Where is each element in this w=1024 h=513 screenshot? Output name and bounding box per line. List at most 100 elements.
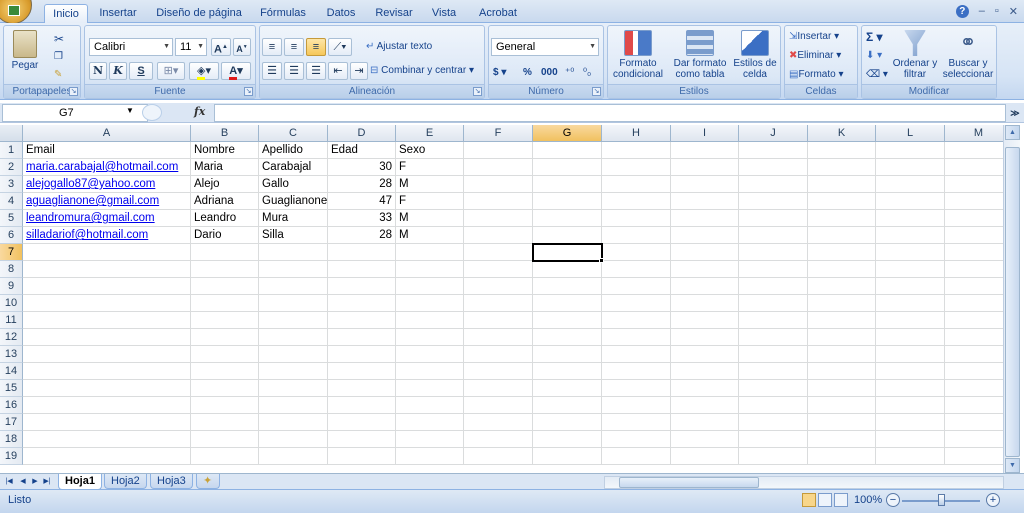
cell-m14[interactable]	[945, 363, 1003, 380]
cell-c19[interactable]	[259, 448, 328, 465]
cell-h14[interactable]	[602, 363, 671, 380]
cell-d10[interactable]	[328, 295, 396, 312]
cell-e11[interactable]	[396, 312, 464, 329]
cell-b1[interactable]: Nombre	[191, 142, 259, 159]
cell-g19[interactable]	[533, 448, 602, 465]
cell-a16[interactable]	[23, 397, 191, 414]
column-header-m[interactable]: M	[945, 125, 1003, 142]
cell-g5[interactable]	[533, 210, 602, 227]
cell-b18[interactable]	[191, 431, 259, 448]
column-header-c[interactable]: C	[259, 125, 328, 142]
cell-b16[interactable]	[191, 397, 259, 414]
cell-d2[interactable]: 30	[328, 159, 396, 176]
alignment-launcher-icon[interactable]: ↘	[473, 87, 482, 96]
cell-e6[interactable]: M	[396, 227, 464, 244]
cell-h9[interactable]	[602, 278, 671, 295]
cell-k13[interactable]	[808, 346, 876, 363]
cell-c1[interactable]: Apellido	[259, 142, 328, 159]
cell-f13[interactable]	[464, 346, 533, 363]
increase-indent-icon[interactable]: ⇥	[350, 62, 368, 80]
conditional-format-button[interactable]: Formato condicional	[610, 30, 666, 80]
currency-button[interactable]: $ ▾	[493, 64, 506, 82]
tab-datos[interactable]: Datos	[322, 4, 360, 23]
cell-c6[interactable]: Silla	[259, 227, 328, 244]
cell-j4[interactable]	[739, 193, 808, 210]
cell-b13[interactable]	[191, 346, 259, 363]
cell-l6[interactable]	[876, 227, 945, 244]
minimize-icon[interactable]: –	[979, 5, 985, 19]
cell-i11[interactable]	[671, 312, 739, 329]
column-header-l[interactable]: L	[876, 125, 945, 142]
cell-e18[interactable]	[396, 431, 464, 448]
row-header-1[interactable]: 1	[0, 142, 23, 159]
find-select-button[interactable]: ⚭ Buscar y seleccionar	[940, 30, 996, 80]
align-middle-icon[interactable]: ≡	[284, 38, 304, 56]
cell-g9[interactable]	[533, 278, 602, 295]
align-top-icon[interactable]: ≡	[262, 38, 282, 56]
column-header-b[interactable]: B	[191, 125, 259, 142]
cell-l4[interactable]	[876, 193, 945, 210]
cell-g8[interactable]	[533, 261, 602, 278]
cell-h1[interactable]	[602, 142, 671, 159]
cell-e8[interactable]	[396, 261, 464, 278]
cell-k8[interactable]	[808, 261, 876, 278]
cell-m5[interactable]	[945, 210, 1003, 227]
cell-j11[interactable]	[739, 312, 808, 329]
cell-j16[interactable]	[739, 397, 808, 414]
cell-c10[interactable]	[259, 295, 328, 312]
cell-g18[interactable]	[533, 431, 602, 448]
cell-k10[interactable]	[808, 295, 876, 312]
row-header-15[interactable]: 15	[0, 380, 23, 397]
row-header-6[interactable]: 6	[0, 227, 23, 244]
cell-k2[interactable]	[808, 159, 876, 176]
cell-a1[interactable]: Email	[23, 142, 191, 159]
cell-k14[interactable]	[808, 363, 876, 380]
row-header-16[interactable]: 16	[0, 397, 23, 414]
page-break-view-icon[interactable]	[834, 493, 848, 507]
borders-icon[interactable]: ⊞▾	[157, 62, 185, 80]
cell-j12[interactable]	[739, 329, 808, 346]
cell-e3[interactable]: M	[396, 176, 464, 193]
cell-i9[interactable]	[671, 278, 739, 295]
italic-button[interactable]: K	[109, 62, 127, 80]
cell-e5[interactable]: M	[396, 210, 464, 227]
cell-f4[interactable]	[464, 193, 533, 210]
cell-l2[interactable]	[876, 159, 945, 176]
cell-d17[interactable]	[328, 414, 396, 431]
tab-formulas[interactable]: Fórmulas	[256, 4, 310, 23]
last-sheet-icon[interactable]: ▶|	[42, 476, 52, 488]
cell-a11[interactable]	[23, 312, 191, 329]
row-header-7[interactable]: 7	[0, 244, 23, 261]
cell-f19[interactable]	[464, 448, 533, 465]
cell-g2[interactable]	[533, 159, 602, 176]
cell-m4[interactable]	[945, 193, 1003, 210]
cell-m3[interactable]	[945, 176, 1003, 193]
cell-f7[interactable]	[464, 244, 533, 261]
cell-h12[interactable]	[602, 329, 671, 346]
cell-e16[interactable]	[396, 397, 464, 414]
cell-a18[interactable]	[23, 431, 191, 448]
cell-a15[interactable]	[23, 380, 191, 397]
cell-d16[interactable]	[328, 397, 396, 414]
cell-i8[interactable]	[671, 261, 739, 278]
cell-g13[interactable]	[533, 346, 602, 363]
row-header-2[interactable]: 2	[0, 159, 23, 176]
cell-h16[interactable]	[602, 397, 671, 414]
horizontal-scrollbar[interactable]	[604, 476, 1004, 489]
cell-h13[interactable]	[602, 346, 671, 363]
cell-l5[interactable]	[876, 210, 945, 227]
cell-b15[interactable]	[191, 380, 259, 397]
cell-f3[interactable]	[464, 176, 533, 193]
align-bottom-icon[interactable]: ≡	[306, 38, 326, 56]
column-header-a[interactable]: A	[23, 125, 191, 142]
cell-f8[interactable]	[464, 261, 533, 278]
column-header-f[interactable]: F	[464, 125, 533, 142]
cell-b12[interactable]	[191, 329, 259, 346]
tab-insertar[interactable]: Insertar	[96, 4, 140, 23]
cell-d19[interactable]	[328, 448, 396, 465]
cell-m11[interactable]	[945, 312, 1003, 329]
column-header-j[interactable]: J	[739, 125, 808, 142]
cell-g11[interactable]	[533, 312, 602, 329]
cell-c12[interactable]	[259, 329, 328, 346]
cell-j6[interactable]	[739, 227, 808, 244]
